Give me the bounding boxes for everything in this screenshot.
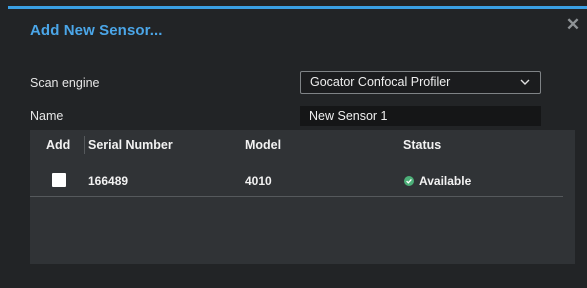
- scan-engine-select[interactable]: Gocator Confocal Profiler: [300, 71, 541, 94]
- serial-number-cell: 166489: [88, 174, 129, 188]
- header-serial-number: Serial Number: [88, 138, 173, 152]
- close-icon[interactable]: ✕: [565, 16, 581, 33]
- add-checkbox[interactable]: [52, 173, 66, 187]
- name-field[interactable]: New Sensor 1: [300, 106, 541, 126]
- header-add: Add: [46, 138, 71, 152]
- column-separator: [84, 136, 85, 154]
- scan-engine-value: Gocator Confocal Profiler: [310, 75, 451, 89]
- sensor-table: Add Serial Number Model Status 166489 40…: [30, 130, 575, 264]
- header-model: Model: [245, 138, 282, 152]
- scan-engine-label: Scan engine: [30, 76, 100, 90]
- add-sensor-dialog: Add New Sensor... ✕ Scan engine Gocator …: [0, 0, 587, 288]
- row-divider: [30, 196, 563, 197]
- check-circle-icon: [404, 176, 414, 186]
- model-cell: 4010: [245, 174, 272, 188]
- dialog-accent-bar: [8, 6, 587, 9]
- dialog-title: Add New Sensor...: [30, 22, 163, 39]
- header-status: Status: [403, 138, 442, 152]
- status-cell: Available: [419, 174, 472, 188]
- name-label: Name: [30, 109, 64, 123]
- chevron-down-icon: [520, 79, 530, 85]
